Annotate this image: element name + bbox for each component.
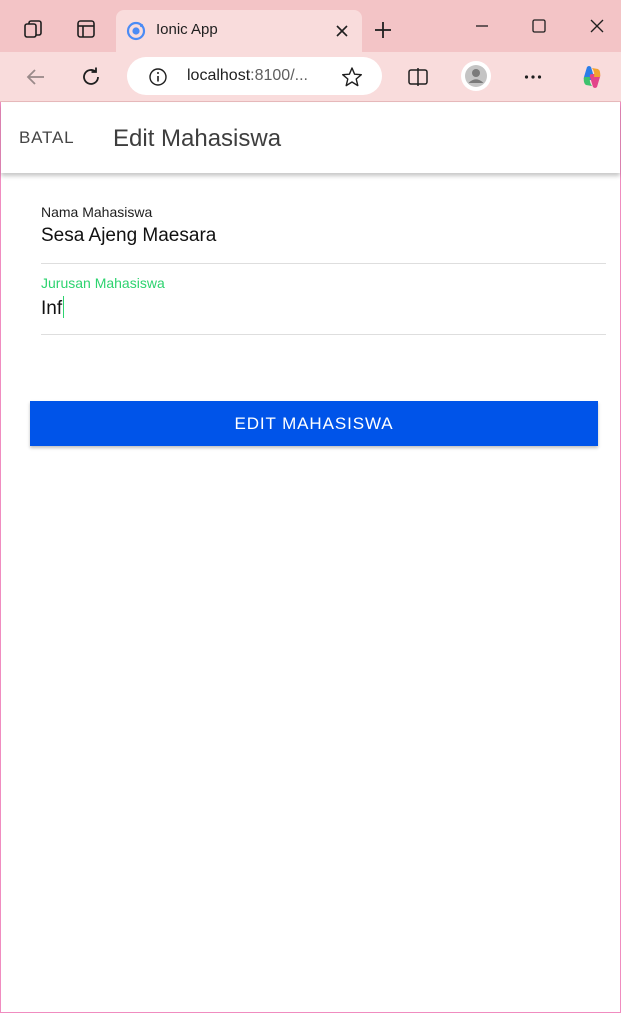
favorite-star-icon[interactable] bbox=[340, 65, 364, 89]
page-title: Edit Mahasiswa bbox=[113, 125, 282, 152]
profile-icon[interactable] bbox=[461, 61, 491, 91]
text-caret bbox=[63, 296, 65, 318]
tab-actions-icon[interactable] bbox=[74, 17, 98, 41]
close-tab-icon[interactable] bbox=[332, 21, 352, 41]
jurusan-field[interactable]: Jurusan Mahasiswa Inf bbox=[41, 275, 606, 335]
nama-field[interactable]: Nama Mahasiswa Sesa Ajeng Maesara bbox=[41, 204, 606, 264]
copilot-icon[interactable] bbox=[576, 61, 608, 93]
batal-button[interactable]: BATAL bbox=[19, 128, 74, 148]
browser-tabstrip: Ionic App bbox=[0, 0, 621, 52]
jurusan-input-text: Inf bbox=[41, 298, 63, 319]
more-icon[interactable] bbox=[520, 64, 546, 90]
tab-ionic-app[interactable]: Ionic App bbox=[116, 10, 362, 52]
refresh-icon[interactable] bbox=[78, 64, 104, 90]
close-window-icon[interactable] bbox=[585, 14, 609, 38]
jurusan-input[interactable]: Inf bbox=[41, 296, 65, 320]
edit-mahasiswa-button[interactable]: EDIT MAHASISWA bbox=[30, 401, 598, 446]
url-path: :8100/... bbox=[250, 67, 308, 84]
address-bar[interactable]: localhost:8100/... bbox=[127, 57, 382, 95]
ionic-favicon-icon bbox=[126, 21, 146, 41]
tab-title: Ionic App bbox=[156, 21, 218, 38]
new-tab-icon[interactable] bbox=[371, 18, 395, 42]
jurusan-label: Jurusan Mahasiswa bbox=[41, 275, 165, 291]
browser-toolbar: localhost:8100/... bbox=[0, 52, 621, 102]
site-info-icon[interactable] bbox=[147, 66, 169, 88]
url-text: localhost:8100/... bbox=[187, 67, 308, 85]
url-host: localhost bbox=[187, 67, 251, 84]
nama-label: Nama Mahasiswa bbox=[41, 204, 153, 220]
maximize-icon[interactable] bbox=[527, 14, 551, 38]
app-header: BATAL Edit Mahasiswa bbox=[1, 103, 620, 173]
collections-icon[interactable] bbox=[20, 16, 46, 42]
split-screen-icon[interactable] bbox=[405, 64, 431, 90]
minimize-icon[interactable] bbox=[470, 14, 494, 38]
nama-input[interactable]: Sesa Ajeng Maesara bbox=[41, 225, 216, 247]
back-icon[interactable] bbox=[23, 64, 49, 90]
